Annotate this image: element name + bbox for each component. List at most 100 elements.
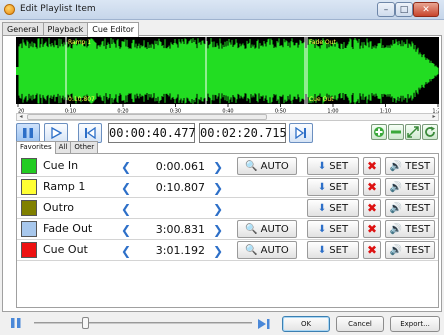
tab-favorites[interactable]: Favorites [16,141,56,154]
scrollbar-thumb[interactable] [27,114,267,120]
set-arrow-icon: ⬇ [317,244,327,256]
set-label: SET [329,244,349,256]
cue-set-button[interactable]: ⬇ SET [307,220,359,238]
window-title: Edit Playlist Item [20,4,96,14]
cue-color-swatch[interactable] [21,179,37,195]
cancel-button[interactable]: Cancel [336,316,384,332]
set-label: SET [329,223,349,235]
cue-clear-button[interactable]: ✖ [363,220,381,238]
cue-auto-button[interactable]: 🔍 AUTO [237,241,297,259]
cue-set-button[interactable]: ⬇ SET [307,199,359,217]
cue-row-cue-in: Cue In ❮ 0:00.061 ❯ 🔍 AUTO ⬇ SET ✖ 🔊 TEST [17,156,438,177]
chevron-right-icon: ❯ [212,201,224,216]
cue-test-button[interactable]: 🔊 TEST [385,241,435,259]
chevron-left-icon: ❮ [120,159,132,174]
pause-button[interactable] [16,123,40,143]
cue-test-button[interactable]: 🔊 TEST [385,178,435,196]
close-button[interactable]: ✕ [413,2,439,17]
play-button[interactable] [44,123,68,143]
cue-set-button[interactable]: ⬇ SET [307,241,359,259]
app-icon [4,4,15,15]
cue-test-button[interactable]: 🔊 TEST [385,157,435,175]
cue-name: Fade Out [43,222,93,235]
delete-icon: ✖ [366,201,378,215]
plus-icon [374,127,384,137]
cue-color-swatch[interactable] [21,158,37,174]
cue-auto-button[interactable]: 🔍 AUTO [237,157,297,175]
waveform-path [16,38,439,104]
cue-name: Cue Out [43,243,88,256]
cue-decrease-button[interactable]: ❮ [119,201,133,216]
set-arrow-icon: ⬇ [317,181,327,193]
cue-decrease-button[interactable]: ❮ [119,243,133,258]
waveform-view[interactable]: Ramp 1 0:10.807 Fade Out Cue Out [16,37,439,104]
cue-clear-button[interactable]: ✖ [363,178,381,196]
cue-time: 0:10.807 [155,181,205,194]
zoom-in-button[interactable] [371,124,387,140]
forward-button[interactable] [289,123,313,143]
cue-clear-button[interactable]: ✖ [363,199,381,217]
cue-color-swatch[interactable] [21,221,37,237]
tab-cue-editor[interactable]: Cue Editor [87,22,140,37]
cue-row-fade-out: Fade Out ❮ 3:00.831 ❯ 🔍 AUTO ⬇ SET ✖ 🔊 TEST [17,219,438,240]
cue-color-swatch[interactable] [21,242,37,258]
wand-icon: 🔍 [245,160,258,172]
ruler-graphic: 200:100:200:300:400:501:001:101:20 [17,104,444,115]
scroll-left-icon[interactable]: ◂ [17,114,25,120]
cue-test-button[interactable]: 🔊 TEST [385,220,435,238]
chevron-right-icon: ❯ [212,222,224,237]
wand-icon: 🔍 [245,244,258,256]
set-label: SET [329,202,349,214]
footer-pause-button[interactable] [8,316,24,330]
cue-set-button[interactable]: ⬇ SET [307,157,359,175]
pause-icon [23,128,33,138]
position-time-display: 00:00:40.477 [108,123,196,143]
cue-set-button[interactable]: ⬇ SET [307,178,359,196]
cue-time: 3:01.192 [155,244,205,257]
export-button[interactable]: Export... [390,316,440,332]
cue-increase-button[interactable]: ❯ [211,159,225,174]
footer-play-button[interactable] [258,319,270,332]
skip-forward-icon [258,319,270,329]
auto-label: AUTO [260,244,289,256]
minimize-button[interactable]: – [377,2,395,17]
tab-all[interactable]: All [54,141,72,153]
tab-other[interactable]: Other [70,141,99,153]
slider-knob[interactable] [82,317,89,329]
cue-increase-button[interactable]: ❯ [211,222,225,237]
waveform-scrollbar[interactable]: ◂ ▸ [16,113,439,121]
cue-row-ramp-1: Ramp 1 ❮ 0:10.807 ❯ ⬇ SET ✖ 🔊 TEST [17,177,438,198]
cue-decrease-button[interactable]: ❮ [119,180,133,195]
tab-general[interactable]: General [2,22,44,36]
scroll-right-icon[interactable]: ▸ [430,114,438,120]
refresh-icon [425,126,435,137]
cue-name: Cue In [43,159,79,172]
marker-label-time: 0:10.807 [68,96,95,103]
skip-forward-icon [295,127,306,139]
maximize-button[interactable]: □ [395,2,413,17]
zoom-fit-button[interactable] [405,124,421,140]
cue-increase-button[interactable]: ❯ [211,243,225,258]
ok-button[interactable]: OK [282,316,330,332]
refresh-button[interactable] [422,124,438,140]
speaker-icon: 🔊 [389,181,403,193]
cue-time: 3:00.831 [155,223,205,236]
volume-slider[interactable] [34,317,252,329]
cue-test-button[interactable]: 🔊 TEST [385,199,435,217]
cue-list: Cue In ❮ 0:00.061 ❯ 🔍 AUTO ⬇ SET ✖ 🔊 TEST R… [16,153,439,308]
cue-increase-button[interactable]: ❯ [211,180,225,195]
delete-icon: ✖ [366,243,378,257]
cue-color-swatch[interactable] [21,200,37,216]
cue-decrease-button[interactable]: ❮ [119,222,133,237]
cue-auto-button[interactable]: 🔍 AUTO [237,220,297,238]
rewind-button[interactable] [78,123,102,143]
cue-clear-button[interactable]: ✖ [363,157,381,175]
tab-playback[interactable]: Playback [42,22,89,36]
cue-time: 0:00.061 [155,160,205,173]
test-label: TEST [405,244,431,256]
cue-increase-button[interactable]: ❯ [211,201,225,216]
zoom-out-button[interactable] [388,124,404,140]
chevron-right-icon: ❯ [212,180,224,195]
cue-decrease-button[interactable]: ❮ [119,159,133,174]
cue-clear-button[interactable]: ✖ [363,241,381,259]
